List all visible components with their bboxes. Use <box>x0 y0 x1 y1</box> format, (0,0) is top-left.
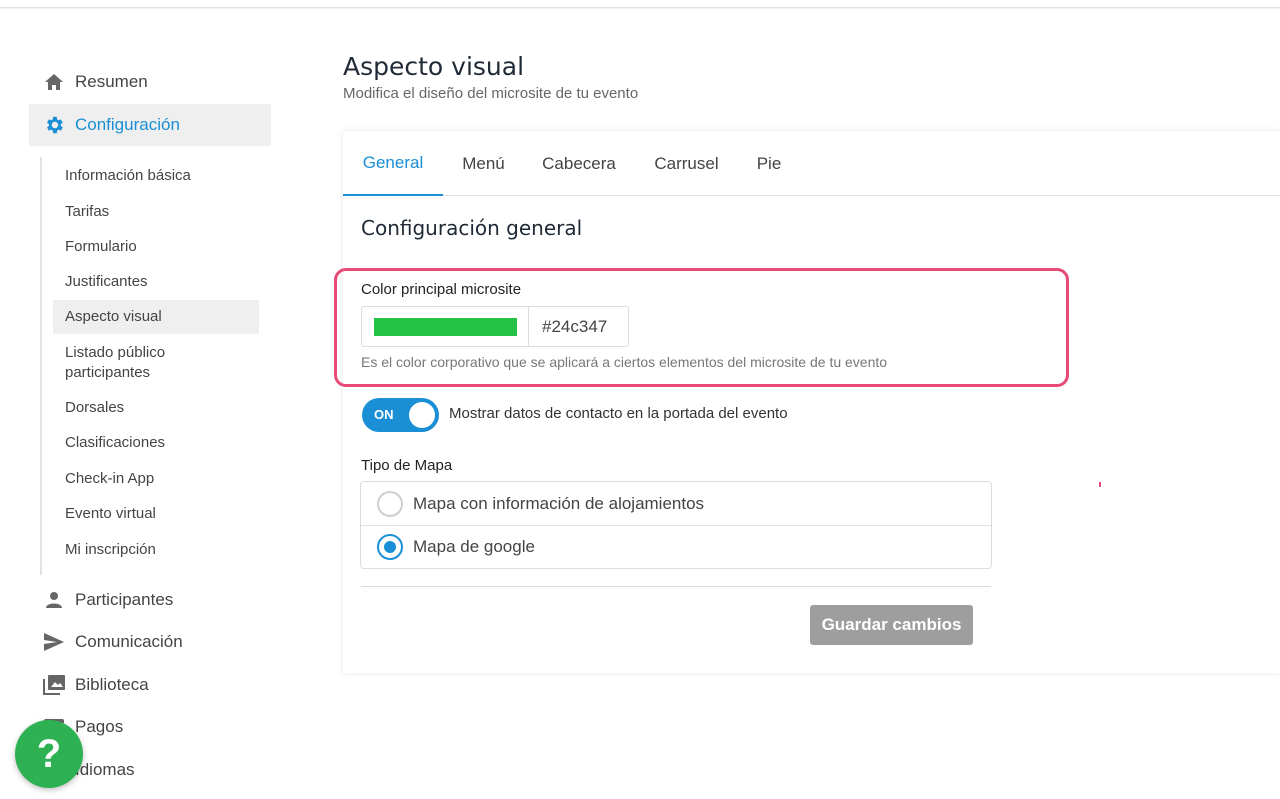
radio-checked[interactable] <box>377 534 403 560</box>
gear-icon <box>43 114 65 136</box>
subnav-item-dorsales[interactable]: Dorsales <box>53 397 259 419</box>
subnav-item-evento-virtual[interactable]: Evento virtual <box>53 503 259 525</box>
annotation-mark <box>1099 482 1101 487</box>
sidebar-item-label: Biblioteca <box>75 675 149 694</box>
tab-pie[interactable]: Pie <box>739 131 799 196</box>
tab-menu[interactable]: Menú <box>443 131 524 196</box>
section-title: Configuración general <box>361 216 583 240</box>
sidebar-item-configuracion[interactable]: Configuración <box>29 104 271 146</box>
photo-library-icon <box>43 674 65 696</box>
color-swatch <box>374 318 517 336</box>
toggle-label: Mostrar datos de contacto en la portada … <box>449 405 788 422</box>
tab-bar: General Menú Cabecera Carrusel Pie <box>343 131 1280 196</box>
toggle-state-label: ON <box>374 407 394 422</box>
subnav-item-justificantes[interactable]: Justificantes <box>53 271 259 293</box>
help-button[interactable]: ? <box>15 720 83 788</box>
map-option-google[interactable]: Mapa de google <box>361 525 991 568</box>
subnav-item-aspecto-visual[interactable]: Aspecto visual <box>53 300 259 334</box>
sidebar: Resumen Configuración Información básica… <box>0 9 300 799</box>
sidebar-item-comunicacion[interactable]: Comunicación <box>29 621 271 663</box>
top-bar <box>0 0 1280 8</box>
radio-label: Mapa con información de alojamientos <box>413 493 705 513</box>
contact-data-toggle[interactable]: ON <box>362 398 439 432</box>
radio-unchecked[interactable] <box>377 490 403 517</box>
sidebar-item-label: Idiomas <box>75 760 135 779</box>
map-type-label: Tipo de Mapa <box>361 457 453 474</box>
subnav-item-formulario[interactable]: Formulario <box>53 236 259 258</box>
settings-card: General Menú Cabecera Carrusel Pie Confi… <box>334 131 1280 673</box>
save-button[interactable]: Guardar cambios <box>810 605 973 645</box>
sidebar-item-participantes[interactable]: Participantes <box>29 579 271 621</box>
subnav-item-clasificaciones[interactable]: Clasificaciones <box>53 432 259 454</box>
color-swatch-button[interactable] <box>362 307 529 346</box>
subnav-item-informacion-basica[interactable]: Información básica <box>53 165 259 187</box>
color-picker-field[interactable]: #24c347 <box>361 306 629 347</box>
sidebar-item-label: Configuración <box>75 115 180 134</box>
toggle-knob <box>409 402 435 428</box>
subnav-item-checkin-app[interactable]: Check-in App <box>53 468 259 490</box>
map-type-radio-group: Mapa con información de alojamientos Map… <box>360 481 992 569</box>
sidebar-item-label: Pagos <box>75 717 124 736</box>
subnav-line <box>40 157 42 575</box>
subnav-item-listado-publico[interactable]: Listado público participantes <box>53 342 203 384</box>
sidebar-item-label: Resumen <box>75 72 148 91</box>
home-icon <box>43 71 65 93</box>
color-field-label: Color principal microsite <box>361 281 522 298</box>
map-option-alojamientos[interactable]: Mapa con información de alojamientos <box>361 482 991 525</box>
sidebar-item-label: Participantes <box>75 590 174 609</box>
page-subtitle: Modifica el diseño del microsite de tu e… <box>343 85 639 102</box>
tab-cabecera[interactable]: Cabecera <box>524 131 634 196</box>
sidebar-item-biblioteca[interactable]: Biblioteca <box>29 664 271 706</box>
sidebar-item-label: Comunicación <box>75 632 183 651</box>
color-help-text: Es el color corporativo que se aplicará … <box>361 354 888 370</box>
subnav-item-mi-inscripcion[interactable]: Mi inscripción <box>53 539 259 561</box>
divider <box>361 586 991 587</box>
tab-general[interactable]: General <box>343 131 443 196</box>
send-icon <box>43 631 65 653</box>
tab-carrusel[interactable]: Carrusel <box>634 131 739 196</box>
color-hex-input[interactable]: #24c347 <box>542 317 607 337</box>
radio-label: Mapa de google <box>413 537 535 556</box>
sidebar-item-resumen[interactable]: Resumen <box>29 61 271 103</box>
subnav-item-tarifas[interactable]: Tarifas <box>53 201 259 223</box>
page-title: Aspecto visual <box>343 52 525 81</box>
person-icon <box>43 589 65 611</box>
